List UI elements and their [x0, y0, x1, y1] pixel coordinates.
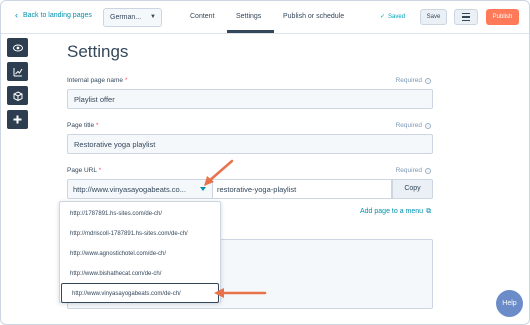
dropdown-option[interactable]: http://www.agnostichotel.com/de-ch/	[60, 244, 220, 264]
dropdown-option[interactable]: http://1787891.hs-sites.com/de-ch/	[60, 204, 220, 224]
chevron-left-icon: ‹	[15, 10, 18, 20]
more-menu-button[interactable]	[454, 9, 478, 25]
chart-icon	[13, 67, 22, 76]
eye-icon	[12, 44, 23, 51]
domain-dropdown-menu: http://1787891.hs-sites.com/de-ch/ http:…	[59, 201, 221, 303]
language-value: German...	[110, 14, 142, 21]
required-indicator: Required i	[396, 122, 431, 129]
add-page-to-menu-link[interactable]: Add page to a menu ⧉	[360, 208, 431, 216]
external-link-icon: ⧉	[426, 208, 432, 215]
dropdown-option[interactable]: http://www.bishathecat.com/de-ch/	[60, 264, 220, 284]
back-to-landing-pages-link[interactable]: ‹ Back to landing pages	[15, 10, 92, 20]
top-bar: ‹ Back to landing pages German... ▼ Cont…	[1, 1, 529, 34]
publish-button[interactable]: Publish	[486, 9, 519, 25]
internal-page-name-label: Internal page name *	[67, 77, 128, 84]
active-tab-indicator	[227, 30, 274, 33]
url-slug-input[interactable]: restorative-yoga-playlist	[213, 179, 392, 199]
plus-icon	[13, 115, 22, 124]
page-url-label: Page URL *	[67, 167, 102, 174]
rail-button-analytics[interactable]	[7, 62, 28, 81]
tab-publish-or-schedule[interactable]: Publish or schedule	[283, 13, 344, 20]
check-icon: ✓	[380, 14, 386, 20]
cube-icon	[13, 90, 22, 101]
info-icon: i	[425, 122, 431, 129]
save-button[interactable]: Save	[420, 9, 447, 25]
saved-status: ✓ Saved	[380, 13, 406, 21]
rail-button-add[interactable]	[7, 110, 28, 129]
caret-down-icon	[200, 187, 206, 191]
page-title-input[interactable]: Restorative yoga playlist	[67, 134, 433, 154]
chevron-down-icon: ▼	[150, 14, 156, 20]
saved-label: Saved	[388, 13, 406, 20]
dropdown-option[interactable]: http://mdriscoll-1787891.hs-sites.com/de…	[60, 224, 220, 244]
left-rail	[7, 38, 29, 134]
rail-button-modules[interactable]	[7, 86, 28, 105]
domain-value: http://www.vinyasayogabeats.co...	[73, 185, 186, 194]
copy-button[interactable]: Copy	[392, 179, 433, 199]
page-title-field-label: Page title *	[67, 122, 99, 129]
info-icon: i	[425, 167, 431, 174]
info-icon: i	[425, 77, 431, 84]
help-button[interactable]: Help	[496, 290, 523, 317]
rail-button-preview[interactable]	[7, 38, 28, 57]
annotation-arrow-top	[207, 159, 234, 183]
back-link-label: Back to landing pages	[23, 12, 92, 19]
tab-content[interactable]: Content	[190, 13, 215, 20]
hamburger-icon	[462, 12, 470, 15]
domain-select[interactable]: http://www.vinyasayogabeats.co...	[67, 179, 213, 199]
tab-settings[interactable]: Settings	[236, 13, 261, 20]
dropdown-option-selected[interactable]: http://www.vinyasayogabeats.com/de-ch/	[61, 283, 219, 303]
required-indicator: Required i	[396, 77, 431, 84]
required-indicator: Required i	[396, 167, 431, 174]
internal-page-name-input[interactable]: Playlist offer	[67, 89, 433, 109]
app-window: ‹ Back to landing pages German... ▼ Cont…	[0, 0, 530, 325]
page-title: Settings	[67, 42, 129, 61]
language-select[interactable]: German... ▼	[103, 8, 162, 27]
